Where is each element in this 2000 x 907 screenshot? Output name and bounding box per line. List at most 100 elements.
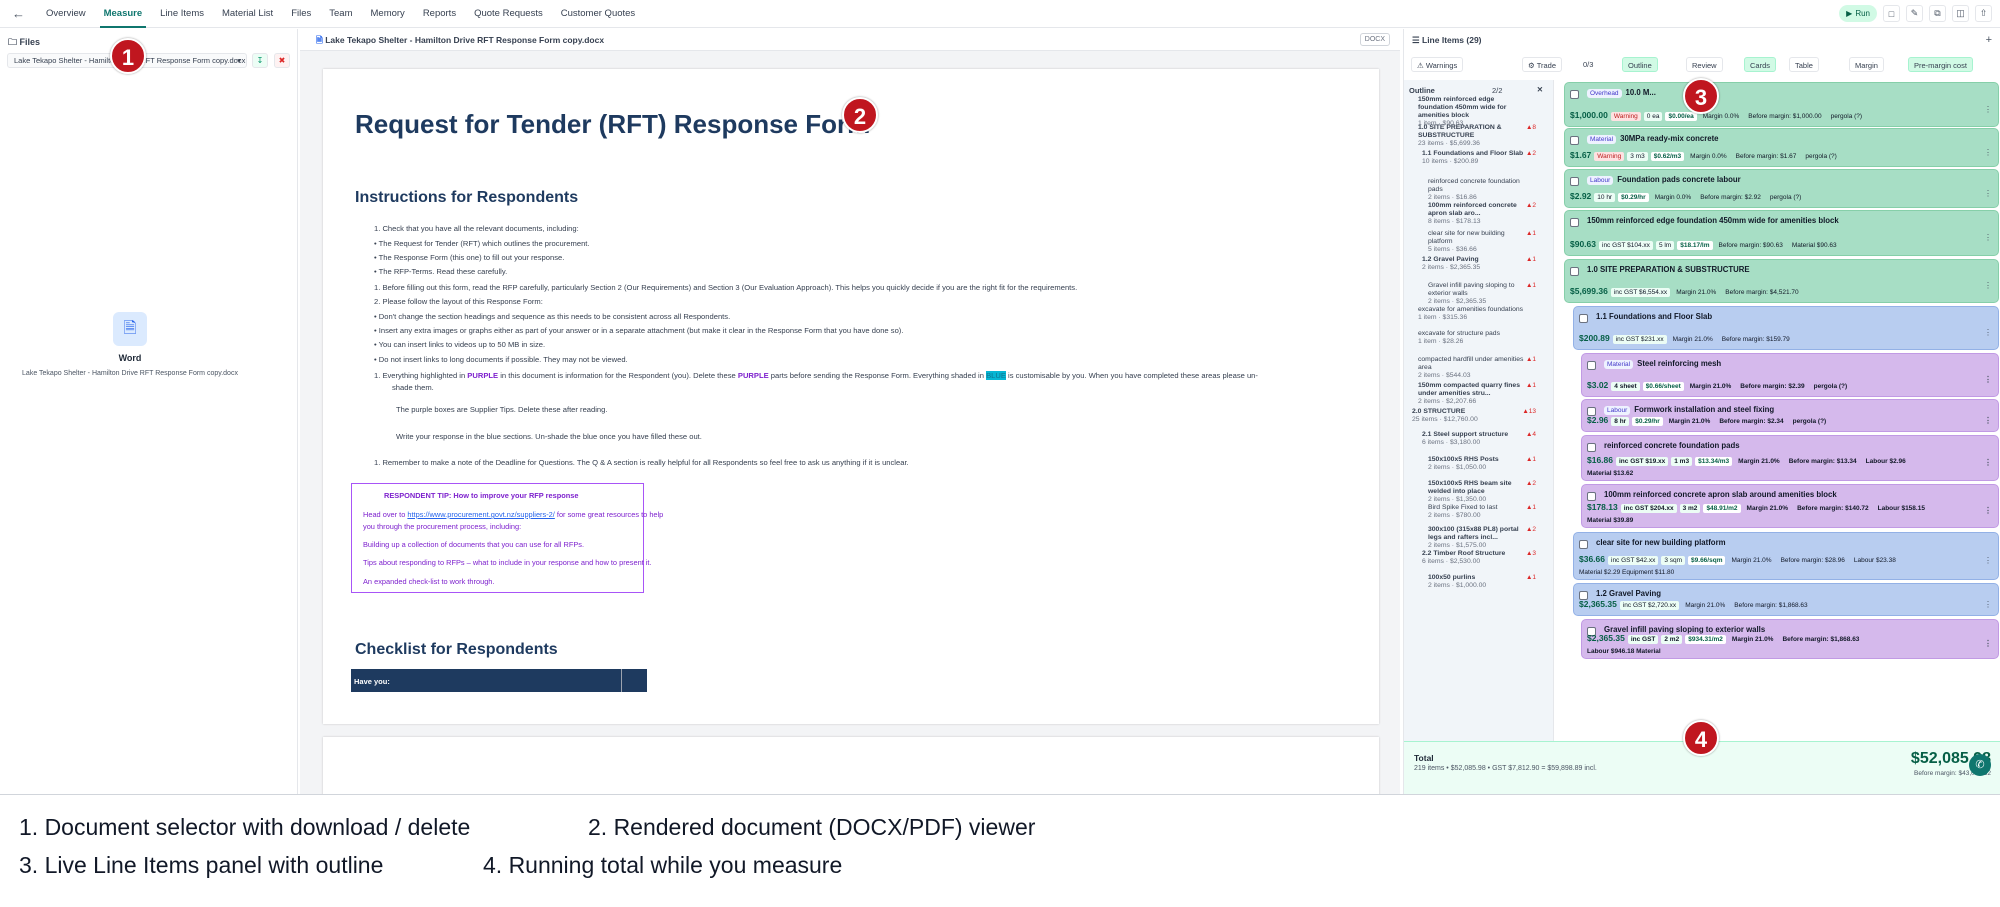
pre-margin-cost-toggle[interactable]: Pre-margin cost	[1908, 57, 1973, 72]
cards-view-button[interactable]: Cards	[1744, 57, 1777, 72]
card-checkbox[interactable]	[1570, 218, 1579, 227]
copy-icon[interactable]: ⧉	[1929, 5, 1946, 22]
outline-item[interactable]: 2.1 Steel support structure 6 items · $3,…	[1404, 431, 1554, 447]
outline-item[interactable]: excavate for structure pads 1 item · $28.…	[1404, 330, 1554, 346]
tab-material-list[interactable]: Material List	[222, 0, 273, 28]
back-arrow-icon[interactable]: ←	[12, 6, 32, 21]
list-icon: ☰	[1412, 35, 1420, 45]
document-page: Request for Tender (RFT) Response Form I…	[323, 69, 1379, 724]
layout-icon[interactable]: ◫	[1952, 5, 1969, 22]
card-checkbox[interactable]	[1587, 443, 1596, 452]
more-options-icon[interactable]: ⋮	[1984, 639, 1992, 648]
run-button[interactable]: ▶ Run	[1839, 5, 1877, 22]
card-checkbox[interactable]	[1587, 361, 1596, 370]
outline-item[interactable]: 300x100 (315x88 PL8) portal legs and raf…	[1404, 526, 1554, 550]
word-file-card[interactable]: 🗎 Word Lake Tekapo Shelter - Hamilton Dr…	[0, 312, 260, 377]
more-options-icon[interactable]: ⋮	[1984, 458, 1992, 467]
line-item-card[interactable]: 100mm reinforced concrete apron slab aro…	[1581, 484, 1999, 528]
line-item-card[interactable]: 1.1 Foundations and Floor Slab $200.89 inc…	[1573, 306, 1999, 350]
files-sidebar: 🗀 Files Lake Tekapo Shelter - Hamilton D…	[0, 29, 298, 794]
tip-link[interactable]: https://www.procurement.govt.nz/supplier…	[407, 510, 554, 519]
more-options-icon[interactable]: ⋮	[1984, 600, 1992, 609]
table-view-button[interactable]: Table	[1789, 57, 1819, 72]
line-item-card[interactable]: reinforced concrete foundation pads $16.8…	[1581, 435, 1999, 481]
tab-measure[interactable]: Measure	[99, 0, 146, 28]
card-checkbox[interactable]	[1570, 136, 1579, 145]
warnings-button[interactable]: ⚠ Warnings	[1411, 57, 1464, 72]
more-options-icon[interactable]: ⋮	[1984, 506, 1992, 515]
more-options-icon[interactable]: ⋮	[1984, 375, 1992, 384]
line-item-card[interactable]: Labour Foundation pads concrete labour $2.…	[1564, 169, 1999, 208]
outline-item[interactable]: 150x100x5 RHS Posts 2 items · $1,050.00 ▲1	[1404, 456, 1554, 472]
tab-quote-requests[interactable]: Quote Requests	[474, 0, 543, 28]
edit-icon[interactable]: ✎	[1906, 5, 1923, 22]
top-right-actions: ▶ Run □ ✎ ⧉ ◫ ⇧	[1839, 5, 1992, 22]
tab-customer-quotes[interactable]: Customer Quotes	[561, 0, 635, 28]
outline-item[interactable]: 100x50 purlins 2 items · $1,000.00 ▲1	[1404, 574, 1554, 590]
doc-line: Write your response in the blue sections…	[396, 432, 702, 441]
document-icon[interactable]: □	[1883, 5, 1900, 22]
more-options-icon[interactable]: ⋮	[1984, 416, 1992, 425]
line-item-card[interactable]: 150mm reinforced edge foundation 450mm w…	[1564, 210, 1999, 256]
outline-item[interactable]: 1.0 SITE PREPARATION & SUBSTRUCTURE 23 it…	[1404, 124, 1554, 148]
tab-team[interactable]: Team	[329, 0, 352, 28]
close-icon[interactable]: ✕	[1537, 85, 1543, 94]
outline-toggle[interactable]: Outline	[1622, 57, 1658, 72]
outline-item[interactable]: 1.2 Gravel Paving 2 items · $2,365.35 ▲1	[1404, 256, 1554, 272]
outline-item[interactable]: 150x100x5 RHS beam site welded into plac…	[1404, 480, 1554, 504]
line-item-card[interactable]: 1.0 SITE PREPARATION & SUBSTRUCTURE $5,69…	[1564, 259, 1999, 303]
card-type-tag: Labour	[1604, 406, 1631, 415]
outline-item[interactable]: compacted hardfill under amenities area 2…	[1404, 356, 1554, 380]
outline-item[interactable]: 2.0 STRUCTURE 25 items · $12,760.00 ▲13	[1404, 408, 1554, 424]
more-options-icon[interactable]: ⋮	[1984, 281, 1992, 290]
card-meta: $1.67 Warning 3 m3 $0.62/m3 Margin 0.0% Befor…	[1570, 150, 1840, 161]
card-checkbox[interactable]	[1570, 90, 1579, 99]
more-options-icon[interactable]: ⋮	[1984, 148, 1992, 157]
card-checkbox[interactable]	[1579, 314, 1588, 323]
more-options-icon[interactable]: ⋮	[1984, 233, 1992, 242]
tab-memory[interactable]: Memory	[371, 0, 405, 28]
table-header-cell: Have you:	[354, 677, 390, 686]
card-checkbox[interactable]	[1570, 267, 1579, 276]
card-checkbox[interactable]	[1587, 492, 1596, 501]
line-item-card[interactable]: Gravel infill paving sloping to exterior…	[1581, 619, 1999, 659]
plus-icon[interactable]: +	[1986, 34, 1992, 46]
trade-button[interactable]: ⚙ Trade	[1522, 57, 1563, 72]
line-item-card[interactable]: Labour Formwork installation and steel fi…	[1581, 399, 1999, 432]
card-checkbox[interactable]	[1579, 540, 1588, 549]
margin-button[interactable]: Margin	[1849, 57, 1884, 72]
card-before: Before margin: $1,000.00	[1748, 113, 1822, 120]
outline-item[interactable]: 100mm reinforced concrete apron slab aro…	[1404, 202, 1554, 226]
outline-item[interactable]: clear site for new building platform 5 it…	[1404, 230, 1554, 254]
export-icon[interactable]: ⇧	[1975, 5, 1992, 22]
card-chip: inc GST $42.xx	[1608, 556, 1659, 565]
warning-count: ▲2	[1525, 202, 1536, 209]
line-item-card[interactable]: 1.2 Gravel Paving $2,365.35 inc GST $2,720…	[1573, 583, 1999, 616]
tab-reports[interactable]: Reports	[423, 0, 456, 28]
download-button[interactable]: ↧	[252, 53, 268, 68]
outline-item[interactable]: reinforced concrete foundation pads 2 ite…	[1404, 178, 1554, 202]
more-options-icon[interactable]: ⋮	[1984, 189, 1992, 198]
outline-item[interactable]: 150mm compacted quarry fines under ameni…	[1404, 382, 1554, 406]
outline-item[interactable]: excavate for amenities foundations 1 item…	[1404, 306, 1554, 322]
line-item-card[interactable]: Material 30MPa ready-mix concrete $1.67 War…	[1564, 128, 1999, 167]
line-item-card[interactable]: clear site for new building platform $36.…	[1573, 532, 1999, 580]
tab-overview[interactable]: Overview	[46, 0, 86, 28]
outline-item[interactable]: 1.1 Foundations and Floor Slab 10 items ·…	[1404, 150, 1554, 166]
more-options-icon[interactable]: ⋮	[1984, 556, 1992, 565]
more-options-icon[interactable]: ⋮	[1984, 105, 1992, 114]
card-price: $178.13	[1587, 502, 1618, 512]
card-checkbox[interactable]	[1570, 177, 1579, 186]
line-item-card[interactable]: Overhead 10.0 M... $1,000.00 Warning 0 ea $0.…	[1564, 82, 1999, 127]
outline-item[interactable]: 2.2 Timber Roof Structure 6 items · $2,53…	[1404, 550, 1554, 566]
tab-files[interactable]: Files	[291, 0, 311, 28]
outline-item[interactable]: Bird Spike Fixed to last 2 items · $780.0…	[1404, 504, 1554, 520]
line-item-card[interactable]: Material Steel reinforcing mesh $3.02 4 she…	[1581, 353, 1999, 397]
tab-line-items[interactable]: Line Items	[160, 0, 204, 28]
outline-item[interactable]: Gravel infill paving sloping to exterior…	[1404, 282, 1554, 306]
more-options-icon[interactable]: ⋮	[1984, 328, 1992, 337]
review-button[interactable]: Review	[1686, 57, 1723, 72]
delete-button[interactable]: ✖	[274, 53, 290, 68]
card-before: Before margin: $2.39	[1740, 383, 1805, 390]
chat-icon[interactable]: ✆	[1969, 754, 1991, 776]
